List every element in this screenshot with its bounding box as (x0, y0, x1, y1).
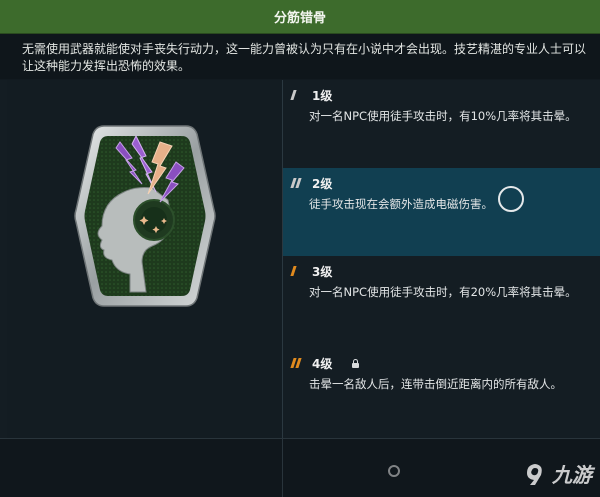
selection-cursor-icon (498, 186, 524, 212)
rank-label: 1级 (312, 88, 333, 103)
brain-lightning-badge-icon (74, 125, 216, 307)
rank-tick-icon (290, 358, 312, 368)
rank-tick-icon (290, 90, 312, 100)
rank-label: 2级 (312, 176, 333, 191)
perk-description: 无需使用武器就能使对手丧失行动力，这一能力曾被认为只有在小说中才会出现。技艺精湛… (0, 34, 600, 79)
rank-4-row[interactable]: 4级 击晕一名敌人后，连带击倒近距离内的所有敌人。 (283, 348, 600, 436)
rank-tick-icon (290, 266, 312, 276)
footer-divider (282, 439, 283, 497)
watermark-logo: 九游 (522, 459, 592, 488)
rank-description: 对一名NPC使用徒手攻击时，有10%几率将其击晕。 (309, 109, 577, 123)
watermark-text: 九游 (552, 463, 592, 487)
rank-label: 3级 (312, 264, 333, 279)
nine-game-logo-icon (527, 463, 542, 485)
rank-1-row[interactable]: 1级 对一名NPC使用徒手攻击时，有10%几率将其击晕。 (283, 80, 600, 168)
search-icon (388, 465, 400, 477)
rank-description: 击晕一名敌人后，连带击倒近距离内的所有敌人。 (309, 377, 562, 391)
perk-body: 1级 对一名NPC使用徒手攻击时，有10%几率将其击晕。 2级 徒手攻击现在会额… (0, 80, 600, 438)
footer-bar (0, 438, 600, 497)
badge-panel (7, 80, 283, 438)
rank-3-row[interactable]: 3级 对一名NPC使用徒手攻击时，有20%几率将其击晕。 (283, 256, 600, 344)
rank-description: 对一名NPC使用徒手攻击时，有20%几率将其击晕。 (309, 285, 577, 299)
rank-tick-icon (290, 178, 312, 188)
rank-label: 4级 (312, 356, 333, 371)
rank-list: 1级 对一名NPC使用徒手攻击时，有10%几率将其击晕。 2级 徒手攻击现在会额… (283, 80, 600, 438)
panel-title: 分筋错骨 (0, 0, 600, 34)
lock-icon (352, 358, 360, 368)
rank-2-row[interactable]: 2级 徒手攻击现在会额外造成电磁伤害。 (283, 168, 600, 256)
rank-description: 徒手攻击现在会额外造成电磁伤害。 (309, 197, 493, 211)
